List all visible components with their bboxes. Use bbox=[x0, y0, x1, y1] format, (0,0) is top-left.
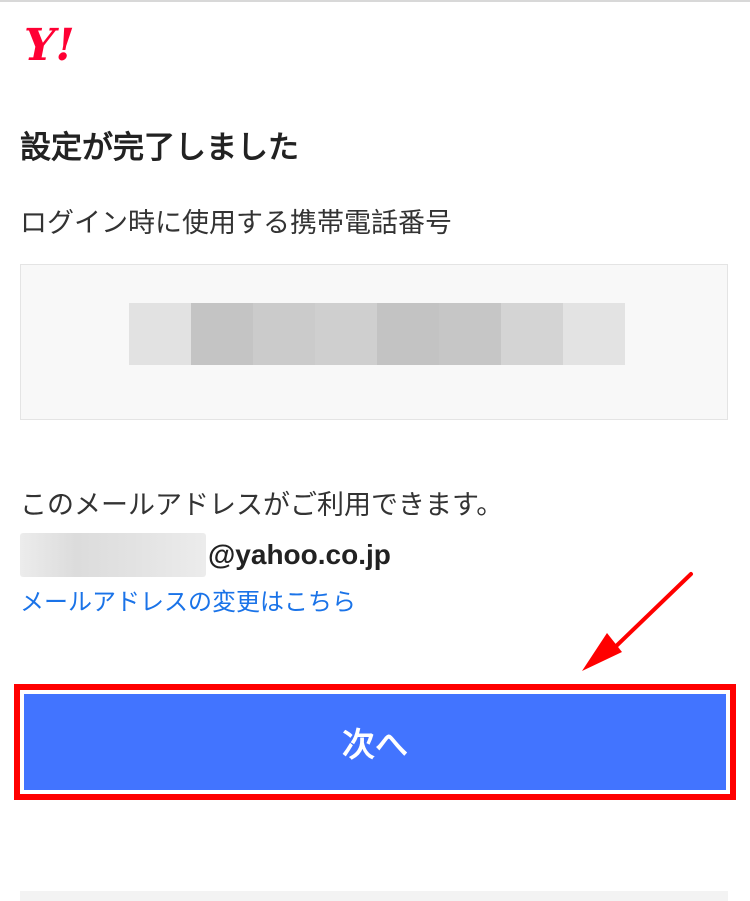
change-mail-link[interactable]: メールアドレスの変更はこちら bbox=[20, 584, 356, 620]
yahoo-logo-text: Y! bbox=[24, 20, 75, 68]
phone-number-redacted bbox=[129, 303, 625, 365]
next-button[interactable]: 次へ bbox=[24, 694, 726, 790]
mail-address: @yahoo.co.jp bbox=[20, 532, 391, 578]
yahoo-logo: Y! bbox=[24, 20, 75, 68]
phone-number-box bbox=[20, 264, 728, 420]
page-title: 設定が完了しました bbox=[20, 130, 299, 166]
mail-local-part-redacted bbox=[20, 533, 206, 577]
phone-label: ログイン時に使用する携帯電話番号 bbox=[20, 208, 452, 239]
top-divider bbox=[0, 0, 750, 2]
bottom-section bbox=[20, 891, 728, 901]
mail-available-message: このメールアドレスがご利用できます。 bbox=[20, 490, 504, 521]
mail-domain: @yahoo.co.jp bbox=[208, 539, 391, 570]
